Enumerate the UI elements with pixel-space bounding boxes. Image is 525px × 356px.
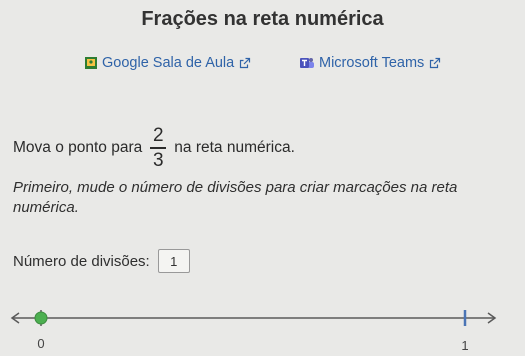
instruction-text: Primeiro, mude o número de divisões para… (13, 179, 458, 216)
external-link-icon (239, 57, 251, 69)
fraction-denominator: 3 (152, 150, 164, 171)
microsoft-teams-label: Microsoft Teams (319, 55, 425, 71)
label-zero: 0 (37, 336, 44, 351)
fraction-numerator: 2 (152, 125, 164, 146)
divisions-input[interactable] (157, 249, 190, 273)
fraction-bar (150, 147, 167, 149)
target-fraction: 2 3 (150, 125, 167, 171)
question-prompt: Mova o ponto para 2 3 na reta numérica. (13, 125, 295, 171)
google-classroom-link[interactable]: Google Sala de Aula (85, 53, 251, 73)
divisions-label: Número de divisões: (13, 252, 150, 270)
draggable-point[interactable] (34, 311, 48, 325)
label-one: 1 (461, 338, 468, 353)
prompt-text-before: Mova o ponto para (13, 139, 143, 156)
external-link-icon (429, 57, 441, 69)
microsoft-teams-link[interactable]: Microsoft Teams (300, 53, 441, 73)
microsoft-teams-icon (300, 57, 314, 69)
prompt-text-after: na reta numérica. (174, 139, 295, 156)
google-classroom-label: Google Sala de Aula (102, 55, 235, 71)
number-line: 0 1 (10, 310, 497, 353)
page-title: Frações na reta numérica (141, 8, 384, 30)
google-classroom-icon (85, 57, 97, 69)
divisions-control: Número de divisões: (13, 248, 190, 274)
share-links: Google Sala de Aula Microsoft Teams (0, 53, 525, 73)
